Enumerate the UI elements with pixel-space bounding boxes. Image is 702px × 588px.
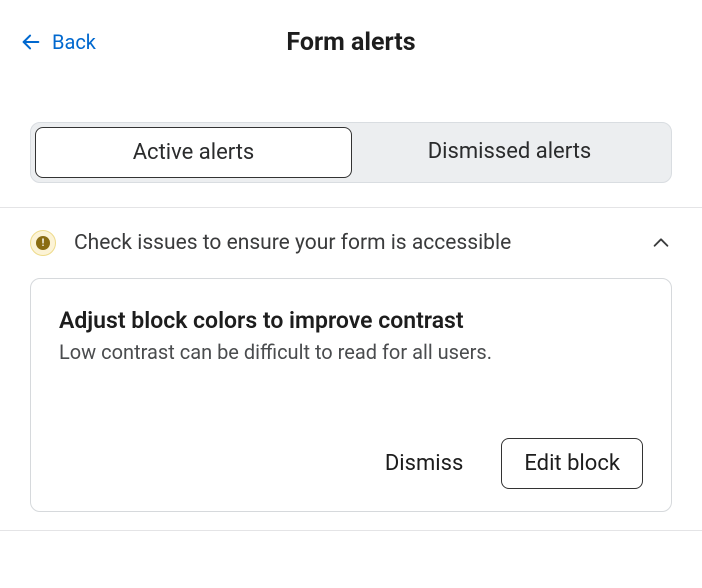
alert-icon: ! <box>30 230 56 256</box>
alert-actions: Dismiss Edit block <box>59 438 643 489</box>
alert-card: Adjust block colors to improve contrast … <box>30 278 672 512</box>
tab-dismissed-alerts[interactable]: Dismissed alerts <box>352 127 667 178</box>
tabs: Active alerts Dismissed alerts <box>30 122 672 183</box>
alert-list: Adjust block colors to improve contrast … <box>0 278 702 512</box>
tab-label: Active alerts <box>133 140 255 165</box>
tab-label: Dismissed alerts <box>428 139 592 164</box>
header: Back Form alerts <box>0 0 702 84</box>
dismiss-button[interactable]: Dismiss <box>385 451 464 476</box>
back-label: Back <box>52 30 96 54</box>
arrow-left-icon <box>20 31 42 53</box>
page-title: Form alerts <box>286 28 415 57</box>
edit-block-button[interactable]: Edit block <box>501 438 643 489</box>
back-button[interactable]: Back <box>20 30 96 54</box>
tab-active-alerts[interactable]: Active alerts <box>35 127 352 178</box>
chevron-up-icon[interactable] <box>650 232 672 254</box>
tabs-container: Active alerts Dismissed alerts <box>0 84 702 207</box>
section-title: Check issues to ensure your form is acce… <box>74 231 632 255</box>
alert-card-description: Low contrast can be difficult to read fo… <box>59 340 643 364</box>
alert-card-title: Adjust block colors to improve contrast <box>59 307 643 334</box>
divider <box>0 530 702 531</box>
section-header[interactable]: ! Check issues to ensure your form is ac… <box>0 208 702 278</box>
